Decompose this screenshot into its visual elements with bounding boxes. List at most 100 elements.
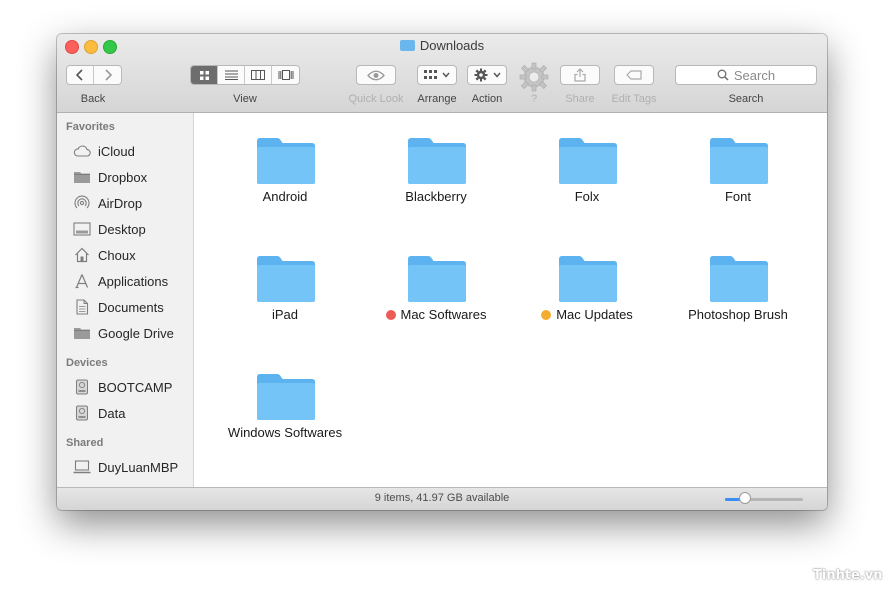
- coverflow-icon: [278, 70, 293, 80]
- arrange-button[interactable]: [417, 65, 457, 85]
- back-button[interactable]: [67, 66, 94, 84]
- sidebar-item-bootcamp[interactable]: BOOTCAMP: [73, 376, 172, 398]
- sidebar-item-google-drive[interactable]: Google Drive: [73, 322, 174, 344]
- columns-icon: [251, 70, 265, 80]
- sidebar-item-airdrop[interactable]: AirDrop: [73, 192, 142, 214]
- view-mode-control: [190, 65, 300, 85]
- search-label: Search: [728, 93, 764, 105]
- sidebar-item-data[interactable]: Data: [73, 402, 125, 424]
- folder-name: Windows Softwares: [227, 425, 343, 440]
- sidebar-header-devices: Devices: [66, 357, 108, 369]
- documents-icon: [76, 299, 89, 315]
- sidebar-item-icloud[interactable]: iCloud: [73, 140, 135, 162]
- quick-look-label: Quick Look: [348, 93, 404, 105]
- folder-icon: [257, 138, 315, 184]
- chevron-left-icon: [75, 69, 83, 81]
- folder-windows-softwares[interactable]: Windows Softwares: [220, 373, 350, 463]
- folder-blackberry[interactable]: Blackberry: [371, 137, 501, 227]
- folder-icon: [559, 256, 617, 302]
- folder-mac-updates[interactable]: Mac Updates: [522, 255, 652, 345]
- share-button[interactable]: [560, 65, 600, 85]
- folder-name: Photoshop Brush: [688, 307, 788, 322]
- arrange-label: Arrange: [417, 93, 457, 105]
- search-input[interactable]: Search: [675, 65, 817, 85]
- sidebar-item-duyluanmbp[interactable]: DuyLuanMBP: [73, 456, 178, 478]
- folder-name: Blackberry: [405, 189, 467, 204]
- folder-name: Folx: [574, 189, 600, 204]
- finder-window: Downloads Back View Quick Look Arrange A…: [57, 34, 827, 510]
- eye-icon: [367, 70, 385, 80]
- chevron-right-icon: [104, 69, 112, 81]
- sidebar-header-shared: Shared: [66, 437, 104, 449]
- sidebar: Favorites iCloud Dropbox AirDrop Desktop…: [57, 113, 194, 487]
- tag-icon: [626, 70, 642, 80]
- search-icon: [717, 69, 729, 81]
- forward-button[interactable]: [94, 66, 121, 84]
- folder-icon: [408, 138, 466, 184]
- view-label: View: [233, 93, 257, 105]
- disk-icon: [76, 379, 88, 395]
- back-forward-control: [66, 65, 122, 85]
- folder-icon: [74, 172, 90, 183]
- folder-icon: [257, 374, 315, 420]
- unknown-label: ?: [530, 93, 538, 105]
- disk-icon: [76, 405, 88, 421]
- gear-icon: [519, 62, 549, 92]
- computer-icon: [73, 460, 91, 474]
- edit-tags-label: Edit Tags: [611, 93, 657, 105]
- search-placeholder: Search: [733, 67, 776, 83]
- list-view-button[interactable]: [218, 66, 245, 84]
- sidebar-item-desktop[interactable]: Desktop: [73, 218, 146, 240]
- folder-icon: [710, 256, 768, 302]
- folder-icon: [559, 138, 617, 184]
- toolbar: Downloads Back View Quick Look Arrange A…: [57, 34, 827, 113]
- chevron-down-icon: [492, 72, 501, 78]
- quick-look-button[interactable]: [356, 65, 396, 85]
- icon-view-button[interactable]: [191, 66, 218, 84]
- sidebar-header-favorites: Favorites: [66, 121, 115, 133]
- folder-android[interactable]: Android: [220, 137, 350, 227]
- grid-icon: [199, 70, 209, 80]
- red-tag-icon: [385, 310, 396, 320]
- home-icon: [75, 247, 89, 263]
- sidebar-item-applications[interactable]: Applications: [73, 270, 168, 292]
- arrange-grid-icon: [424, 70, 437, 79]
- back-label: Back: [80, 93, 106, 105]
- applications-icon: [75, 274, 89, 289]
- orange-tag-icon: [541, 310, 552, 320]
- folder-icon: [710, 138, 768, 184]
- share-label: Share: [565, 93, 595, 105]
- watermark: Tinhte.vn: [813, 568, 883, 583]
- sidebar-item-dropbox[interactable]: Dropbox: [73, 166, 147, 188]
- folder-icon: [399, 40, 415, 51]
- folder-icon: [408, 256, 466, 302]
- status-text: 9 items, 41.97 GB available: [374, 492, 510, 504]
- cloud-icon: [73, 145, 91, 157]
- folder-grid: Android Blackberry Folx Font iPad Mac So…: [194, 113, 827, 487]
- folder-ipad[interactable]: iPad: [220, 255, 350, 345]
- folder-mac-softwares[interactable]: Mac Softwares: [371, 255, 501, 345]
- folder-font[interactable]: Font: [673, 137, 803, 227]
- list-icon: [224, 70, 238, 80]
- coverflow-view-button[interactable]: [272, 66, 299, 84]
- folder-name: Android: [262, 189, 308, 204]
- icon-size-slider-knob[interactable]: [738, 492, 751, 504]
- folder-name: Font: [724, 189, 751, 204]
- action-label: Action: [471, 93, 503, 105]
- folder-icon: [257, 256, 315, 302]
- window-title: Downloads: [57, 38, 827, 53]
- desktop-icon: [73, 222, 91, 236]
- folder-name: Mac Softwares: [361, 307, 511, 322]
- edit-tags-button[interactable]: [614, 65, 654, 85]
- sidebar-item-choux[interactable]: Choux: [73, 244, 136, 266]
- folder-name: iPad: [271, 307, 299, 322]
- action-button[interactable]: [467, 65, 507, 85]
- folder-folx[interactable]: Folx: [522, 137, 652, 227]
- airdrop-icon: [74, 195, 90, 209]
- share-icon: [574, 68, 586, 82]
- sidebar-item-documents[interactable]: Documents: [73, 296, 164, 318]
- column-view-button[interactable]: [245, 66, 272, 84]
- custom-toolbar-button[interactable]: [518, 61, 550, 93]
- folder-photoshop-brush[interactable]: Photoshop Brush: [673, 255, 803, 345]
- status-bar: 9 items, 41.97 GB available: [57, 487, 827, 510]
